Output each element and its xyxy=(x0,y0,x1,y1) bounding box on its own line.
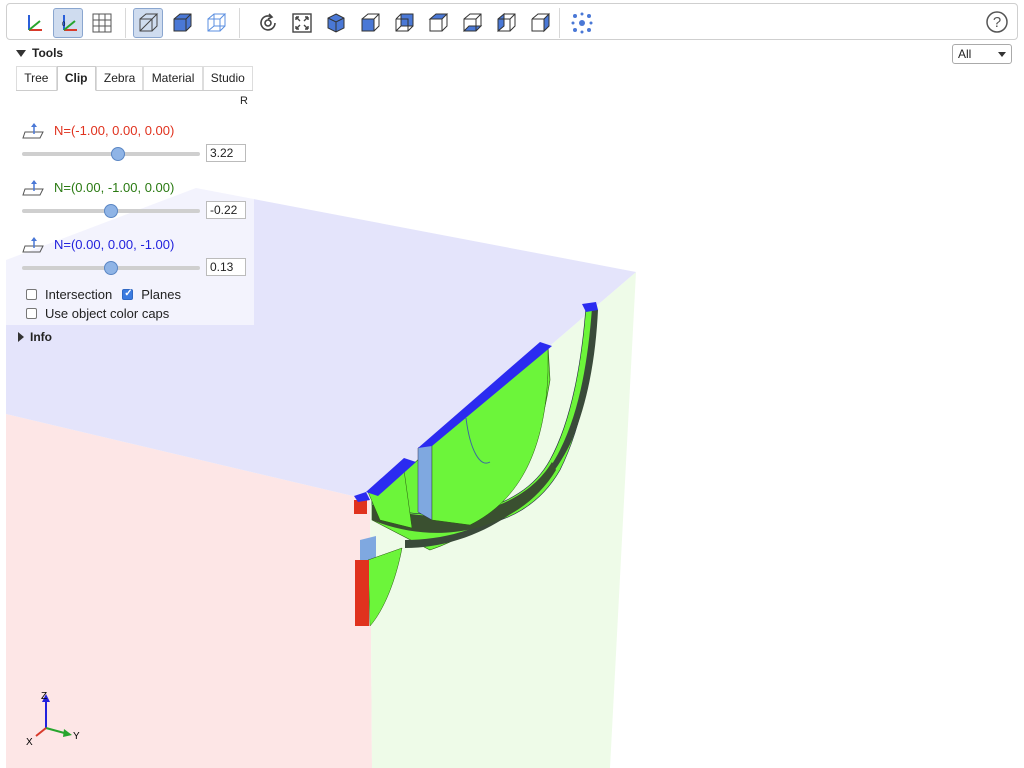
slider-thumb[interactable] xyxy=(111,147,126,161)
axis-z-label: Z xyxy=(41,691,47,702)
iso-view-icon[interactable] xyxy=(321,8,351,38)
tab-clip[interactable]: Clip xyxy=(56,66,96,91)
object-filter-select[interactable]: All xyxy=(952,44,1012,64)
plane-normal-icon[interactable] xyxy=(22,236,46,254)
collapse-icon xyxy=(16,49,26,57)
axes-icon[interactable] xyxy=(19,8,49,38)
plane-value-3[interactable]: 0.13 xyxy=(206,258,246,276)
caps-label: Use object color caps xyxy=(45,306,170,321)
plane-normal-icon[interactable] xyxy=(22,122,46,140)
chevron-down-icon xyxy=(998,52,1006,57)
plane-slider-2[interactable] xyxy=(22,204,200,218)
left-view-icon[interactable] xyxy=(491,8,521,38)
tab-material[interactable]: Material xyxy=(143,66,203,90)
fit-view-icon[interactable] xyxy=(287,8,317,38)
caps-checkbox[interactable] xyxy=(26,308,37,319)
top-view-icon[interactable] xyxy=(423,8,453,38)
perspective-icon[interactable] xyxy=(133,8,163,38)
planes-label: Planes xyxy=(141,287,181,302)
svg-text:?: ? xyxy=(993,14,1001,31)
intersection-checkbox[interactable] xyxy=(26,289,37,300)
tools-header[interactable]: Tools xyxy=(16,46,63,60)
plane-normal-2: N=(0.00, -1.00, 0.00) xyxy=(54,180,175,195)
clip-plane-row-2: N=(0.00, -1.00, 0.00) -0.22 xyxy=(22,179,252,229)
svg-text:0: 0 xyxy=(62,22,66,28)
tab-zebra[interactable]: Zebra xyxy=(95,66,144,90)
tools-title: Tools xyxy=(32,46,64,60)
plane-value-1[interactable]: 3.22 xyxy=(206,144,246,162)
axes-gizmo: Z Y X xyxy=(26,691,80,748)
reset-label[interactable]: R xyxy=(240,95,248,107)
slider-thumb[interactable] xyxy=(104,204,118,218)
intersection-option: Intersection Planes xyxy=(26,287,181,302)
toolbar: 0 ? xyxy=(6,3,1018,40)
plane-slider-1[interactable] xyxy=(22,147,200,161)
slider-thumb[interactable] xyxy=(104,261,118,275)
plane-slider-3[interactable] xyxy=(22,261,200,275)
clip-plane-row-3: N=(0.00, 0.00, -1.00) 0.13 xyxy=(22,236,252,286)
explode-icon[interactable] xyxy=(567,8,597,38)
shaded-cube-icon[interactable] xyxy=(167,8,197,38)
expand-icon xyxy=(18,332,24,342)
grid-icon[interactable] xyxy=(87,8,117,38)
info-header[interactable]: Info xyxy=(18,330,52,344)
front-view-icon[interactable] xyxy=(355,8,385,38)
plane-value-2[interactable]: -0.22 xyxy=(206,201,246,219)
plane-normal-3: N=(0.00, 0.00, -1.00) xyxy=(54,237,175,252)
rear-view-icon[interactable] xyxy=(389,8,419,38)
tools-panel: Tools Tree Clip Zebra Material Studio R … xyxy=(6,42,254,325)
axis-y-label: Y xyxy=(73,731,80,742)
plane-normal-icon[interactable] xyxy=(22,179,46,197)
help-icon[interactable]: ? xyxy=(983,8,1011,36)
plane-normal-1: N=(-1.00, 0.00, 0.00) xyxy=(54,123,175,138)
wireframe-cube-icon[interactable] xyxy=(201,8,231,38)
tools-tabs: Tree Clip Zebra Material Studio xyxy=(16,66,254,91)
intersection-label: Intersection xyxy=(45,287,113,302)
planes-checkbox[interactable] xyxy=(122,288,134,300)
caps-option: Use object color caps xyxy=(26,306,169,321)
tab-tree[interactable]: Tree xyxy=(16,66,57,90)
clip-plane-row-1: N=(-1.00, 0.00, 0.00) 3.22 xyxy=(22,122,252,172)
reset-view-icon[interactable] xyxy=(253,8,283,38)
info-title: Info xyxy=(30,330,52,344)
right-view-icon[interactable] xyxy=(525,8,555,38)
tab-studio[interactable]: Studio xyxy=(202,66,254,90)
axis-x-label: X xyxy=(26,737,33,748)
bottom-view-icon[interactable] xyxy=(457,8,487,38)
filter-value: All xyxy=(958,47,972,61)
axes-origin-icon[interactable]: 0 xyxy=(53,8,83,38)
